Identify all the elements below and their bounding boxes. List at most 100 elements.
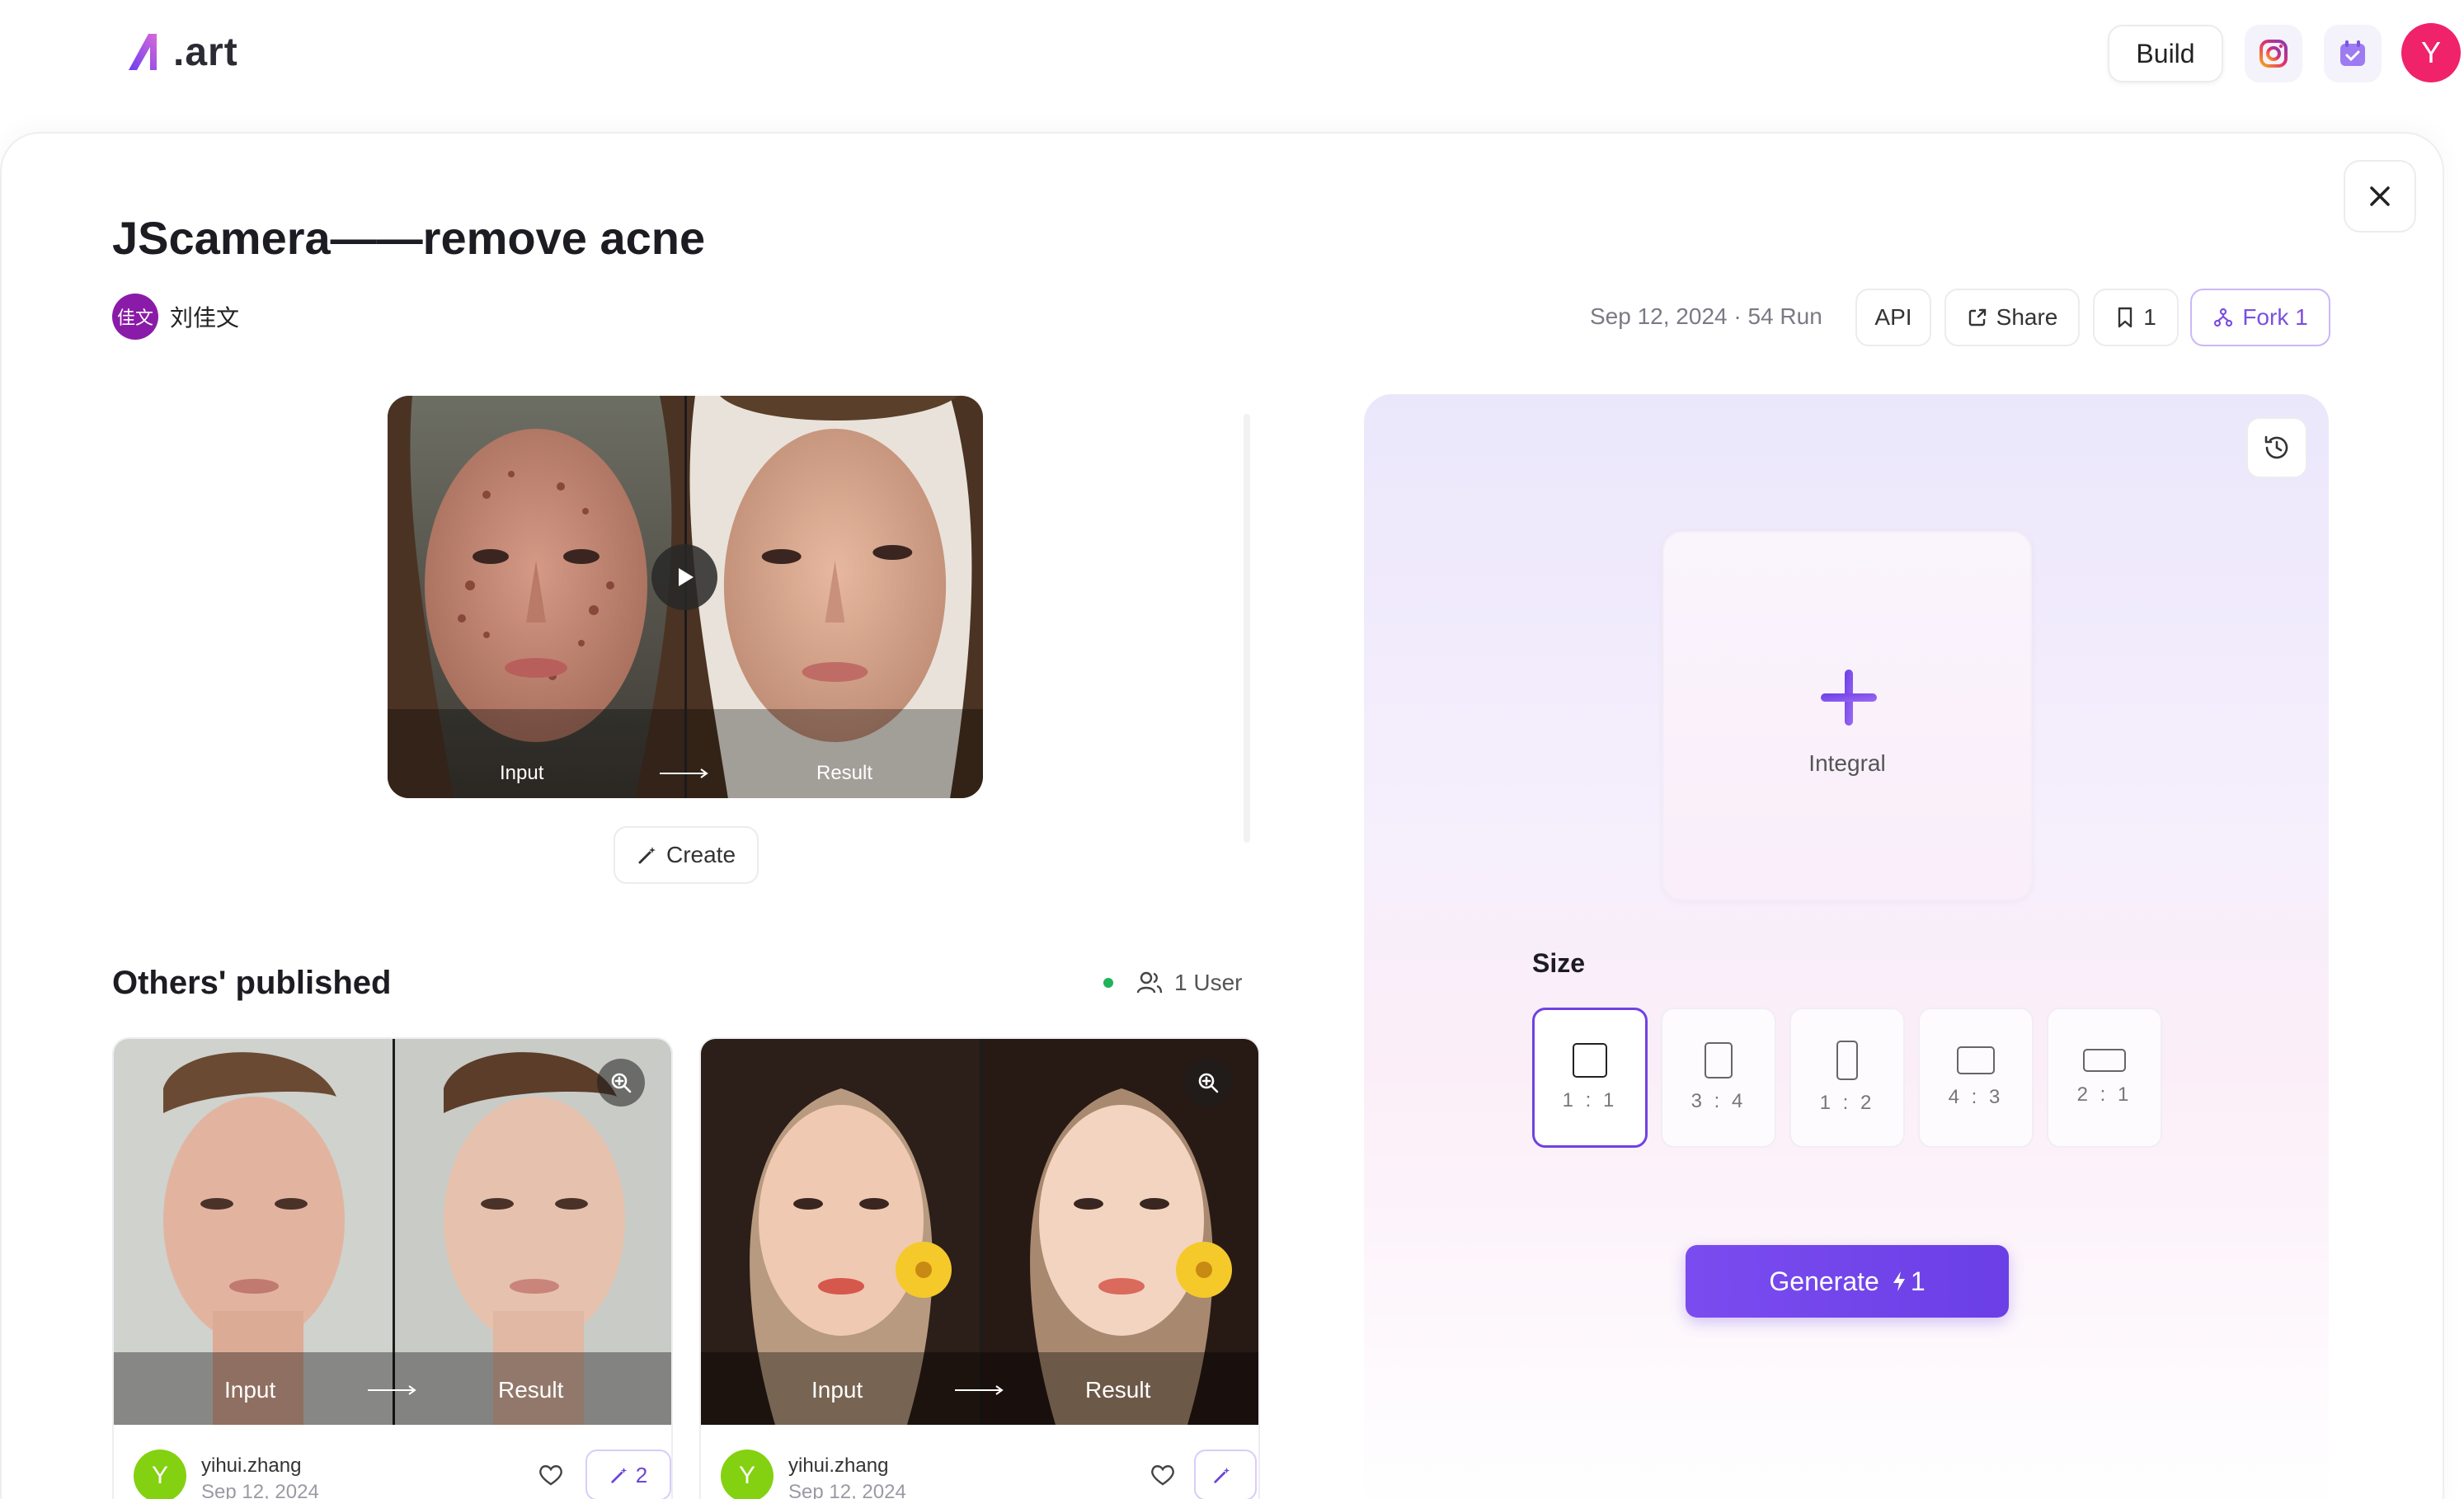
- share-button[interactable]: Share: [1944, 289, 2080, 346]
- heart-icon[interactable]: [538, 1463, 564, 1487]
- instagram-icon: [2259, 40, 2288, 68]
- plus-icon: [1821, 670, 1877, 726]
- instagram-button[interactable]: [2245, 25, 2302, 82]
- ratio-option-2-1[interactable]: 2 : 1: [2047, 1008, 2162, 1148]
- ratio-option-3-4[interactable]: 3 : 4: [1661, 1008, 1776, 1148]
- author-avatar: 佳文: [112, 294, 158, 340]
- card-input-label: Input: [224, 1377, 276, 1403]
- build-button[interactable]: Build: [2108, 25, 2223, 82]
- published-card[interactable]: Input Result Y yihui.zhang Sep 12, 2024: [699, 1037, 1260, 1499]
- ratio-label: 4 : 3: [1948, 1086, 2004, 1108]
- generate-label: Generate: [1769, 1266, 1879, 1296]
- card-image: [114, 1039, 671, 1425]
- ratio-label: 1 : 2: [1819, 1092, 1875, 1114]
- create-button[interactable]: Create: [614, 826, 759, 884]
- card-result-label: Result: [1085, 1377, 1151, 1403]
- lightning-icon: [1893, 1271, 1905, 1291]
- author[interactable]: 佳文 刘佳文: [112, 294, 239, 340]
- image-upload-area[interactable]: Integral: [1662, 531, 2032, 900]
- fork-label: Fork 1: [2242, 304, 2308, 330]
- zoom-in-icon: [1198, 1073, 1219, 1093]
- bookmark-icon: [2118, 307, 2132, 328]
- generate-button[interactable]: Generate 1: [1686, 1245, 2009, 1318]
- result-label: Result: [816, 762, 873, 784]
- online-dot: [1103, 978, 1113, 988]
- arrow-right-icon: [660, 768, 708, 778]
- close-icon: [2370, 186, 2390, 206]
- users-count: 1 User: [1103, 970, 1242, 996]
- input-label: Input: [500, 762, 544, 784]
- generate-panel: Integral Size 1 : 1 3 : 4 1 : 2 4 : 3 2 …: [1364, 394, 2329, 1499]
- card-username[interactable]: yihui.zhang: [788, 1454, 888, 1478]
- arrow-right-icon: [368, 1385, 416, 1395]
- arrow-right-icon: [955, 1385, 1004, 1395]
- calendar-check-icon: [2340, 40, 2365, 66]
- magic-wand-icon: [638, 847, 656, 864]
- section-title: Others' published: [112, 965, 392, 1001]
- zoom-in-icon: [611, 1073, 632, 1093]
- card-footer: Y yihui.zhang Sep 12, 2024 2: [134, 1450, 671, 1499]
- card-user-avatar[interactable]: Y: [721, 1450, 774, 1499]
- users-icon: [1136, 971, 1163, 994]
- ratio-shape: [2083, 1049, 2126, 1072]
- card-username[interactable]: yihui.zhang: [201, 1454, 301, 1478]
- ratio-shape: [1573, 1043, 1607, 1078]
- play-icon: [679, 568, 694, 586]
- run-meta: Sep 12, 2024 · 54 Run: [1590, 303, 1822, 329]
- author-name: 刘佳文: [170, 304, 240, 331]
- upload-label: Integral: [1808, 750, 1886, 776]
- play-button[interactable]: [651, 544, 717, 610]
- share-label: Share: [1996, 304, 2058, 330]
- card-user-avatar[interactable]: Y: [134, 1450, 186, 1499]
- generate-cost-value: 1: [1910, 1266, 1926, 1296]
- ratio-shape: [1957, 1046, 1995, 1074]
- ratio-shape: [1836, 1041, 1858, 1080]
- zoom-button[interactable]: [597, 1059, 645, 1107]
- top-bar: .art Build Y: [0, 0, 2464, 132]
- ratio-label: 2 : 1: [2076, 1083, 2132, 1106]
- fork-icon: [2214, 308, 2233, 327]
- zoom-button[interactable]: [1184, 1059, 1232, 1107]
- ratio-label: 1 : 1: [1562, 1089, 1618, 1111]
- card-input-label: Input: [811, 1377, 863, 1403]
- ratio-shape: [1705, 1042, 1733, 1078]
- api-button[interactable]: API: [1855, 289, 1931, 346]
- heart-icon[interactable]: [1150, 1463, 1176, 1487]
- fork-button[interactable]: Fork 1: [2190, 289, 2330, 346]
- bookmark-count: 1: [2143, 304, 2156, 330]
- card-footer: Y yihui.zhang Sep 12, 2024: [721, 1450, 1257, 1499]
- input-image: [388, 396, 684, 798]
- page-title: JScamera——remove acne: [112, 212, 706, 264]
- bookmark-button[interactable]: 1: [2093, 289, 2179, 346]
- result-image: [687, 396, 983, 798]
- user-avatar[interactable]: Y: [2401, 23, 2461, 82]
- calendar-button[interactable]: [2324, 25, 2382, 82]
- ratio-option-1-2[interactable]: 1 : 2: [1789, 1008, 1905, 1148]
- card-result-label: Result: [498, 1377, 564, 1403]
- generate-cost: 1: [1891, 1266, 1926, 1297]
- card-image: [701, 1039, 1258, 1425]
- card-date: Sep 12, 2024: [788, 1481, 906, 1499]
- card-use-button[interactable]: 2: [585, 1450, 671, 1499]
- api-label: API: [1874, 304, 1912, 330]
- history-icon: [2264, 435, 2288, 459]
- card-date: Sep 12, 2024: [201, 1481, 319, 1499]
- ratio-label: 3 : 4: [1690, 1090, 1747, 1112]
- history-button[interactable]: [2246, 417, 2307, 478]
- create-label: Create: [665, 842, 736, 867]
- preview-comparison[interactable]: Input Result: [388, 396, 983, 798]
- logo-text: .art: [173, 30, 238, 74]
- users-label: 1 User: [1174, 970, 1243, 995]
- share-icon: [1968, 308, 1986, 327]
- logo[interactable]: .art: [124, 23, 238, 81]
- card-use-count: 2: [635, 1462, 648, 1487]
- scrollbar[interactable]: [1244, 414, 1250, 843]
- ratio-option-1-1[interactable]: 1 : 1: [1532, 1008, 1648, 1148]
- logo-mark-icon: [129, 34, 157, 70]
- card-use-button[interactable]: [1194, 1450, 1257, 1499]
- published-card[interactable]: Input Result Y yihui.zhang Sep 12, 2024 …: [112, 1037, 673, 1499]
- ratio-option-4-3[interactable]: 4 : 3: [1918, 1008, 2034, 1148]
- close-button[interactable]: [2344, 160, 2416, 233]
- magic-wand-icon: [611, 1467, 627, 1483]
- magic-wand-icon: [1214, 1467, 1230, 1483]
